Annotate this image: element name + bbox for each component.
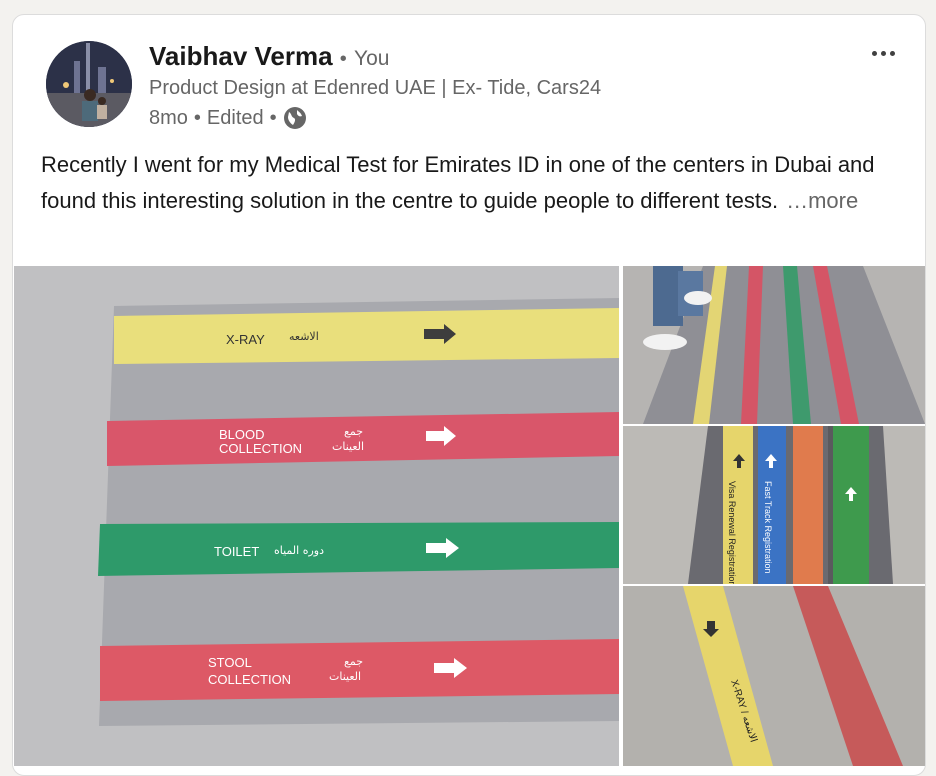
author-name[interactable]: Vaibhav Verma [149, 41, 333, 71]
more-options-icon[interactable] [863, 39, 903, 67]
relation-badge: You [354, 47, 390, 70]
stripe-3-arabic: دوره المياه [274, 544, 324, 557]
stripe-1-label: X-RAY [226, 332, 265, 347]
photo-floor-stripes-feet[interactable] [623, 266, 925, 424]
author-name-line: Vaibhav Verma • You [149, 41, 389, 72]
globe-icon [283, 106, 307, 130]
stripe-2-label-2: COLLECTION [219, 441, 302, 456]
edited-label: Edited [206, 106, 264, 129]
stripe-2-arabic-1: جمع [344, 425, 363, 438]
stripe-2-label-1: BLOOD [219, 427, 265, 442]
stripe-1-arabic: الاشعه [289, 330, 319, 343]
author-headline: Product Design at Edenred UAE | Ex- Tide… [149, 77, 602, 99]
post-time: 8mo [149, 106, 188, 129]
photo-floor-signage-main[interactable]: X-RAY الاشعه BLOOD COLLECTION جمع العينا… [14, 266, 619, 766]
stripe-4-label-1: STOOL [208, 655, 252, 670]
post-text: Recently I went for my Medical Test for … [41, 152, 875, 213]
name-separator: • [339, 48, 347, 70]
stripe-4-arabic-1: جمع [344, 655, 363, 668]
meta-separator: • [193, 106, 201, 129]
fast-track-label: Fast Track Registration [763, 481, 773, 574]
post-meta: 8mo • Edited • [149, 106, 307, 130]
stripe-3-label: TOILET [214, 544, 259, 559]
author-avatar[interactable] [46, 41, 132, 127]
meta-separator-2: • [269, 106, 277, 129]
stripe-2-arabic-2: العينات [332, 440, 364, 453]
stripe-4-arabic-2: العينات [329, 670, 361, 683]
stripe-4-label-2: COLLECTION [208, 672, 291, 687]
post-card: Vaibhav Verma • You Product Design at Ed… [12, 14, 926, 776]
post-images: X-RAY الاشعه BLOOD COLLECTION جمع العينا… [13, 266, 925, 766]
photo-xray-stripe-angled[interactable]: X-RAY / الاشعه [623, 586, 925, 766]
photo-registration-stripes[interactable]: Visa Renewal Registration Fast Track Reg… [623, 426, 925, 584]
see-more-link[interactable]: …more [786, 188, 858, 213]
post-body: Recently I went for my Medical Test for … [41, 147, 901, 219]
visa-renewal-label: Visa Renewal Registration [727, 481, 737, 584]
